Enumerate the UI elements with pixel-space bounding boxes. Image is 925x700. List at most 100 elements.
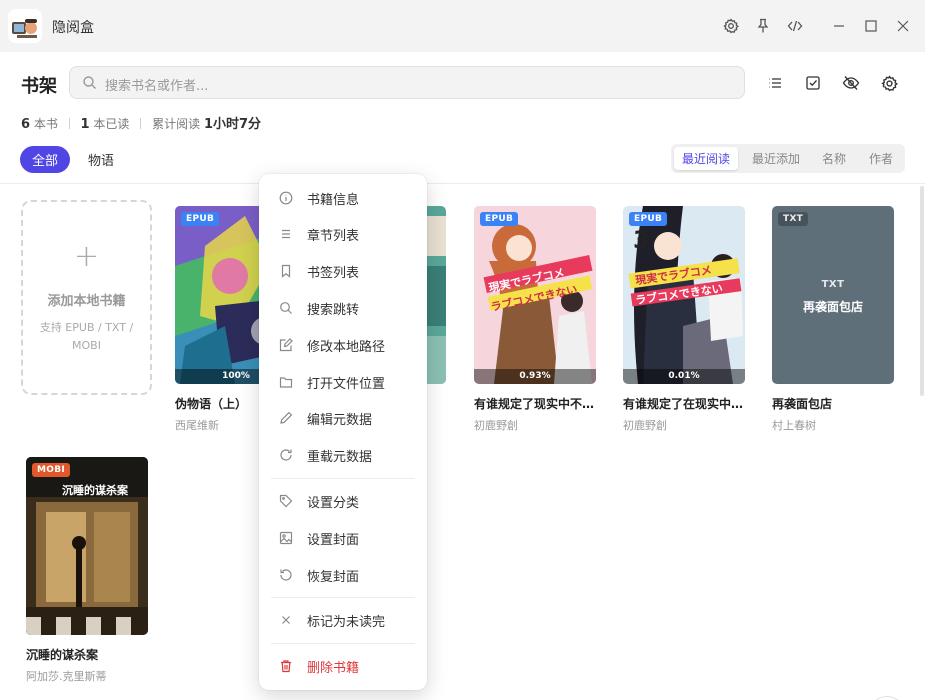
search-input[interactable]: 搜索书名或作者... (69, 66, 745, 99)
hide-eye-icon[interactable] (839, 71, 863, 95)
menu-item-label: 搜索跳转 (307, 302, 360, 318)
pencil-icon (265, 411, 307, 425)
menu-item-restore-cover[interactable]: 恢复封面 (265, 559, 421, 591)
format-badge: EPUB (480, 212, 519, 226)
image-icon (265, 531, 307, 545)
menu-item-reload-metadata[interactable]: 重载元数据 (265, 439, 421, 471)
menu-item-edit-path[interactable]: 修改本地路径 (265, 329, 421, 361)
main-content: 书架 搜索书名或作者... 6 本书 1 本已读 累计阅读 1小时7分 全部 物… (0, 52, 925, 700)
book-author: 阿加莎.克里斯蒂 (26, 670, 107, 683)
book-card[interactable]: 3 現実でラブコメ ラブコメできない EPUB 0.01% 有谁规定了在现实中…… (623, 206, 745, 433)
menu-item-label: 删除书籍 (307, 660, 360, 676)
trash-icon (265, 659, 307, 673)
menu-item-label: 设置分类 (307, 495, 360, 511)
menu-item-set-cover[interactable]: 设置封面 (265, 522, 421, 554)
menu-item-label: 恢复封面 (307, 569, 360, 585)
book-cover[interactable]: 現実でラブコメ ラブコメできない EPUB 0.93% (474, 206, 596, 384)
info-icon (265, 191, 307, 205)
menu-item-label: 重载元数据 (307, 449, 373, 465)
pin-icon[interactable] (750, 13, 776, 39)
cover-format-text: TXT (821, 279, 845, 290)
category-tab-monogatari[interactable]: 物语 (78, 146, 124, 173)
book-card[interactable]: TXT TXT 再袭面包店 再袭面包店 村上春树 (772, 206, 894, 433)
cover-volume-number: 3 (633, 226, 650, 254)
reading-mode-button[interactable] (869, 696, 905, 700)
search-icon (82, 75, 97, 94)
code-icon[interactable] (782, 13, 808, 39)
reading-progress: 0.01% (623, 369, 745, 384)
menu-item-mark-unread[interactable]: 标记为未读完 (265, 604, 421, 636)
format-badge: MOBI (32, 463, 71, 477)
search-icon (265, 301, 307, 315)
book-cover[interactable]: 沉睡的谋杀案 MOBI (26, 457, 148, 635)
page-title: 书架 (21, 76, 57, 97)
menu-item-label: 书签列表 (307, 265, 360, 281)
sort-recent-added[interactable]: 最近添加 (744, 147, 808, 170)
menu-item-book-info[interactable]: 书籍信息 (265, 182, 421, 214)
menu-item-chapter-list[interactable]: 章节列表 (265, 218, 421, 250)
book-author: 初鹿野創 (474, 419, 518, 432)
tag-icon (265, 494, 307, 508)
menu-item-label: 设置封面 (307, 532, 360, 548)
book-cover[interactable]: TXT TXT 再袭面包店 (772, 206, 894, 384)
restore-icon (265, 568, 307, 582)
read-count: 1 (80, 117, 90, 132)
menu-item-label: 打开文件位置 (307, 376, 386, 392)
book-title: 沉睡的谋杀案 (26, 648, 99, 662)
app-logo (8, 9, 42, 43)
book-card[interactable]: 現実でラブコメ ラブコメできない EPUB 0.93% 有谁规定了现实中不… 初… (474, 206, 596, 433)
edit-path-icon (265, 338, 307, 352)
menu-item-delete-book[interactable]: 删除书籍 (265, 650, 421, 682)
cover-title-text: 再袭面包店 (802, 300, 863, 314)
menu-item-label: 编辑元数据 (307, 412, 373, 428)
book-card[interactable]: 沉睡的谋杀案 MOBI 沉睡的谋杀案 阿加莎.克里斯蒂 (26, 457, 148, 684)
add-local-book-card[interactable]: + 添加本地书籍 支持 EPUB / TXT / MOBI (21, 200, 152, 395)
format-badge: TXT (778, 212, 809, 226)
add-card-subtitle: 支持 EPUB / TXT / MOBI (39, 321, 134, 352)
sort-recent-read[interactable]: 最近阅读 (674, 147, 738, 170)
menu-item-label: 修改本地路径 (307, 339, 386, 355)
shelf-settings-icon[interactable] (877, 71, 901, 95)
book-count: 6 (21, 117, 31, 132)
book-title: 再袭面包店 (772, 397, 833, 411)
menu-divider (271, 597, 415, 598)
book-cover[interactable]: 3 現実でラブコメ ラブコメできない EPUB 0.01% (623, 206, 745, 384)
format-badge: EPUB (181, 212, 220, 226)
book-title: 有谁规定了在现实中… (623, 397, 744, 411)
menu-item-label: 标记为未读完 (307, 614, 386, 630)
sort-author[interactable]: 作者 (860, 147, 902, 170)
cover-title-text: 沉睡的谋杀案 (62, 484, 128, 497)
reading-time-value: 1小时7分 (203, 117, 262, 132)
title-bar: 隐阅盒 (0, 0, 925, 52)
book-context-menu: 书籍信息 章节列表 书签列表 搜索跳转 修改本地路径 打开文件位置 编辑元数据 … (259, 174, 427, 690)
maximize-icon[interactable] (858, 13, 884, 39)
book-title: 有谁规定了现实中不… (474, 397, 595, 411)
reading-time-label: 累计阅读 (152, 117, 201, 131)
bookmark-icon (265, 264, 307, 278)
category-tab-all[interactable]: 全部 (20, 146, 70, 173)
menu-item-label: 书籍信息 (307, 192, 360, 208)
close-icon[interactable] (890, 13, 916, 39)
select-mode-icon[interactable] (801, 71, 825, 95)
close-icon (265, 614, 307, 626)
add-card-title: 添加本地书籍 (47, 294, 126, 309)
menu-item-edit-metadata[interactable]: 编辑元数据 (265, 402, 421, 434)
menu-item-set-category[interactable]: 设置分类 (265, 485, 421, 517)
header-divider (0, 183, 925, 184)
sort-bar: 最近阅读 最近添加 名称 作者 (671, 144, 905, 173)
folder-icon (265, 375, 307, 389)
book-author: 初鹿野創 (623, 419, 667, 432)
menu-item-search-jump[interactable]: 搜索跳转 (265, 292, 421, 324)
sort-name[interactable]: 名称 (814, 147, 854, 170)
menu-item-bookmark-list[interactable]: 书签列表 (265, 255, 421, 287)
refresh-icon (265, 448, 307, 462)
list-view-icon[interactable] (763, 71, 787, 95)
menu-divider (271, 478, 415, 479)
settings-icon[interactable] (718, 13, 744, 39)
menu-item-open-location[interactable]: 打开文件位置 (265, 366, 421, 398)
minimize-icon[interactable] (826, 13, 852, 39)
scrollbar[interactable] (920, 186, 924, 396)
shelf-stats: 6 本书 1 本已读 累计阅读 1小时7分 (21, 113, 261, 132)
menu-item-label: 章节列表 (307, 228, 360, 244)
list-icon (265, 227, 307, 241)
